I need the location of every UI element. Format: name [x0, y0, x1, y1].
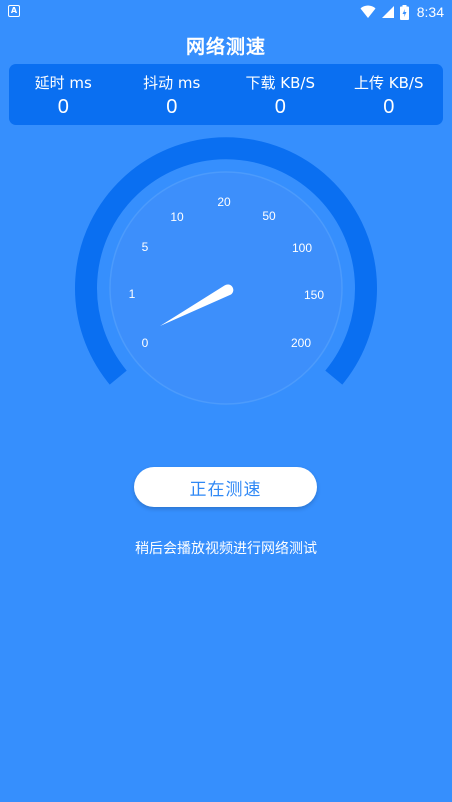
gauge-tick-label: 0 [142, 336, 149, 350]
gauge-tick-label: 50 [262, 209, 276, 223]
gauge-tick-label: 150 [304, 288, 324, 302]
testing-status-button[interactable]: 正在测速 [134, 467, 317, 507]
gauge-tick-label: 10 [170, 210, 184, 224]
gauge-tick-label: 1 [129, 287, 136, 301]
speed-gauge: 0 1 5 10 20 50 100 150 200 [75, 137, 377, 405]
gauge-tick-label: 5 [142, 240, 149, 254]
notice-text: 稍后会播放视频进行网络测试 [135, 541, 317, 557]
gauge-tick-label: 100 [292, 241, 312, 255]
gauge-tick-label: 20 [217, 195, 231, 209]
gauge-tick-label: 200 [291, 336, 311, 350]
